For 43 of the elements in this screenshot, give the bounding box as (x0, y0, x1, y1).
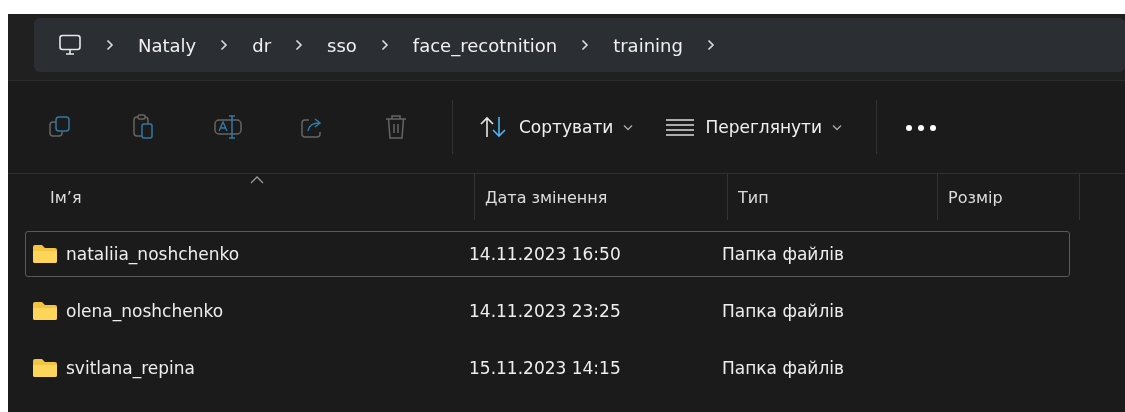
date-modified: 15.11.2023 14:15 (469, 358, 621, 378)
date-modified: 14.11.2023 16:50 (469, 244, 621, 264)
file-type: Папка файлів (722, 244, 844, 264)
list-view-icon (665, 117, 696, 137)
breadcrumb-item[interactable]: dr (252, 34, 272, 56)
file-name: svitlana_repina (66, 358, 195, 378)
file-row[interactable]: olena_noshchenko 14.11.2023 23:25 Папка файлів (25, 288, 1070, 334)
chevron-down-icon (832, 123, 843, 131)
breadcrumb-item[interactable]: Nataly (138, 34, 197, 56)
more-icon (905, 123, 938, 132)
column-header[interactable]: Ім’я (25, 174, 475, 220)
copy-icon (47, 114, 73, 140)
column-header[interactable]: Тип (728, 174, 938, 220)
file-type: Папка файлів (722, 301, 844, 321)
date-modified: 14.11.2023 23:25 (469, 301, 621, 321)
column-header[interactable]: Дата змінення (475, 174, 728, 220)
sort-icon (479, 115, 509, 139)
chevron-icon[interactable] (581, 39, 590, 51)
breadcrumb-item[interactable]: sso (327, 34, 357, 56)
folder-icon (32, 244, 58, 264)
chevron-icon[interactable] (220, 39, 229, 51)
file-name: olena_noshchenko (66, 301, 224, 321)
folder-icon (32, 358, 58, 378)
sort-caret-icon (249, 176, 264, 184)
computer-icon (58, 34, 82, 56)
address-bar[interactable]: Nataly dr sso face_recotnition training (34, 18, 1125, 72)
chevron-icon[interactable] (706, 39, 715, 51)
chevron-icon[interactable] (295, 39, 304, 51)
trash-icon (384, 113, 408, 141)
chevron-icon[interactable] (106, 39, 114, 51)
file-type: Папка файлів (722, 358, 844, 378)
view-button[interactable]: Переглянути (653, 105, 855, 149)
column-header[interactable]: Розмір (938, 174, 1080, 220)
folder-icon (32, 301, 58, 321)
file-row[interactable]: nataliia_noshchenko 14.11.2023 16:50 Папка файлів (25, 231, 1070, 277)
file-row[interactable]: svitlana_repina 15.11.2023 14:15 Папка файлів (25, 345, 1070, 391)
chevron-icon[interactable] (380, 39, 389, 51)
chevron-down-icon (623, 123, 634, 131)
breadcrumb-item[interactable]: face_recotnition (412, 34, 558, 56)
file-name: nataliia_noshchenko (66, 244, 240, 264)
sort-button[interactable]: Сортувати (467, 105, 646, 149)
breadcrumb-item[interactable]: training (613, 34, 683, 56)
rename-icon (213, 113, 243, 141)
